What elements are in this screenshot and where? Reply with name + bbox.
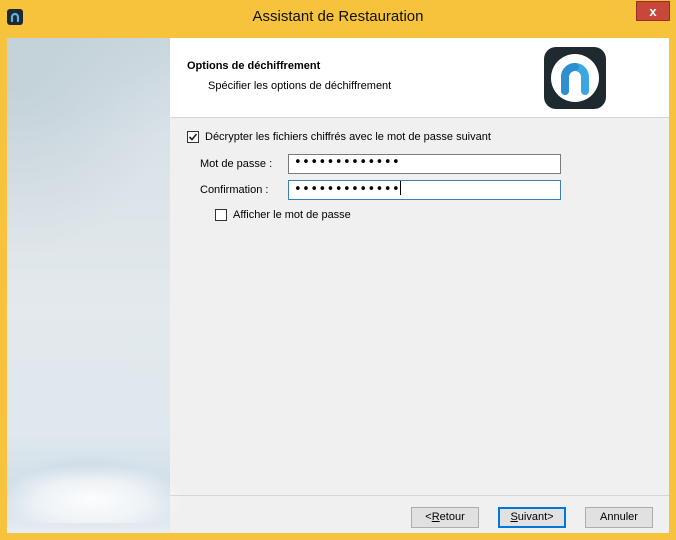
window-title: Assistant de Restauration [252, 8, 424, 25]
close-button[interactable]: x [636, 1, 670, 21]
wizard-header: Options de déchiffrement Spécifier les o… [170, 38, 669, 118]
show-password-row[interactable]: Afficher le mot de passe [215, 209, 351, 221]
decrypt-checkbox-row[interactable]: Décrypter les fichiers chiffrés avec le … [187, 131, 491, 143]
sky-banner-image [7, 38, 187, 533]
restore-wizard-window: Assistant de Restauration x Options de d… [0, 0, 676, 540]
page-subtitle: Spécifier les options de déchiffrement [208, 80, 392, 92]
confirmation-label: Confirmation : [200, 184, 269, 196]
wizard-footer: <Retour Suivant> Annuler [170, 495, 669, 533]
next-button[interactable]: Suivant> [498, 507, 566, 528]
show-password-label: Afficher le mot de passe [233, 209, 351, 221]
app-logo-icon [544, 47, 606, 109]
page-title: Options de déchiffrement [187, 60, 321, 72]
password-field[interactable]: ••••••••••••• [288, 154, 561, 174]
decryption-options: Décrypter les fichiers chiffrés avec le … [170, 118, 669, 488]
password-label: Mot de passe : [200, 158, 273, 170]
wizard-body: Options de déchiffrement Spécifier les o… [7, 38, 669, 533]
confirmation-field[interactable]: ••••••••••••• [288, 180, 561, 200]
text-caret [400, 181, 402, 195]
show-password-checkbox[interactable] [215, 209, 227, 221]
back-button[interactable]: <Retour [411, 507, 479, 528]
password-value: ••••••••••••• [294, 155, 401, 170]
decrypt-checkbox-label: Décrypter les fichiers chiffrés avec le … [205, 131, 491, 143]
confirmation-value: ••••••••••••• [294, 182, 401, 197]
decrypt-checkbox[interactable] [187, 131, 199, 143]
cancel-button[interactable]: Annuler [585, 507, 653, 528]
title-bar[interactable]: Assistant de Restauration x [0, 0, 676, 38]
